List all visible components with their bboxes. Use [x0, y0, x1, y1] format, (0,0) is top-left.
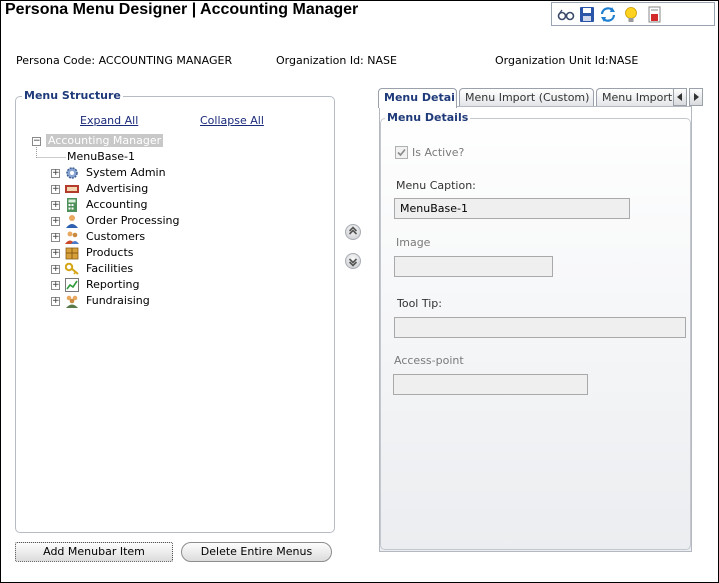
menu-details-legend: Menu Details — [385, 111, 471, 124]
menu-structure-panel: Menu Structure — [15, 89, 335, 533]
tree-item-advertising[interactable]: Advertising — [86, 181, 148, 197]
access-point-field[interactable] — [393, 374, 588, 395]
expand-all-link[interactable]: Expand All — [80, 114, 138, 127]
delete-entire-menus-button[interactable]: Delete Entire Menus — [181, 542, 332, 562]
tree-expand-toggle[interactable]: + — [51, 185, 60, 194]
tree-item-system-admin[interactable]: System Admin — [86, 165, 166, 181]
tab-scroll-left-button[interactable] — [673, 88, 687, 106]
tree-expand-toggle[interactable]: + — [51, 201, 60, 210]
tool-tip-label: Tool Tip: — [397, 297, 442, 310]
image-label: Image — [396, 236, 431, 249]
menu-structure-legend: Menu Structure — [22, 89, 123, 102]
tree-expand-toggle[interactable]: + — [51, 265, 60, 274]
tree-item-order-processing[interactable]: Order Processing — [86, 213, 180, 229]
tree-menubase[interactable]: MenuBase-1 — [67, 149, 135, 165]
tab-menu-import-custom[interactable]: Menu Import (Custom) — [459, 88, 594, 107]
advertising-icon — [65, 182, 79, 196]
tree-item-fundraising[interactable]: Fundraising — [86, 293, 150, 309]
menu-caption-label: Menu Caption: — [396, 179, 476, 192]
tree-item-accounting[interactable]: Accounting — [86, 197, 147, 213]
collapse-all-link[interactable]: Collapse All — [200, 114, 264, 127]
organization-unit-id: Organization Unit Id:NASE — [495, 54, 639, 67]
checkmark-icon — [397, 148, 406, 157]
chevron-up-icon — [348, 226, 358, 235]
person-icon — [65, 214, 79, 228]
refresh-icon[interactable] — [599, 6, 617, 23]
access-point-label: Access-point — [394, 354, 464, 367]
tree-item-facilities[interactable]: Facilities — [86, 261, 133, 277]
group-icon — [65, 294, 79, 308]
tree-expand-toggle[interactable]: + — [51, 233, 60, 242]
tree-expand-toggle[interactable]: + — [51, 297, 60, 306]
tool-tip-field[interactable] — [394, 317, 686, 338]
chevron-down-icon — [348, 258, 358, 267]
tree-item-products[interactable]: Products — [86, 245, 134, 261]
tab-menu-details[interactable]: Menu Details — [378, 88, 457, 108]
tree-expand-toggle[interactable]: + — [51, 281, 60, 290]
menu-caption-field[interactable]: MenuBase-1 — [394, 198, 630, 219]
box-icon — [65, 246, 79, 260]
is-active-label: Is Active? — [412, 146, 465, 159]
tree-item-reporting[interactable]: Reporting — [86, 277, 139, 293]
key-icon — [64, 262, 79, 276]
tree-expand-toggle[interactable]: + — [51, 217, 60, 226]
tree-expand-toggle[interactable]: + — [51, 169, 60, 178]
calculator-icon — [65, 198, 79, 212]
arrow-left-icon — [677, 93, 682, 101]
move-up-button[interactable] — [345, 224, 361, 240]
toolbar — [551, 2, 715, 26]
tab-scroll-right-button[interactable] — [689, 88, 703, 106]
tab-menu-import[interactable]: Menu Import — [596, 88, 676, 107]
save-icon[interactable] — [578, 6, 596, 23]
glasses-icon[interactable] — [557, 6, 575, 23]
customers-icon — [65, 230, 79, 244]
report-icon[interactable] — [646, 6, 664, 23]
move-down-button[interactable] — [345, 253, 361, 269]
is-active-checkbox[interactable] — [395, 146, 408, 159]
lightbulb-icon[interactable] — [622, 6, 640, 23]
organization-id: Organization Id: NASE — [276, 54, 397, 67]
add-menubar-item-button[interactable]: Add Menubar Item — [15, 542, 173, 562]
tree-root-label: Accounting Manager — [46, 134, 164, 147]
tree-expand-toggle[interactable]: + — [51, 249, 60, 258]
page-title: Persona Menu Designer | Accounting Manag… — [5, 1, 359, 18]
chart-icon — [65, 278, 79, 292]
image-field[interactable] — [394, 256, 553, 277]
persona-code: Persona Code: ACCOUNTING MANAGER — [16, 54, 233, 67]
gear-icon — [65, 166, 79, 180]
tree-item-customers[interactable]: Customers — [86, 229, 145, 245]
tree-connector — [36, 147, 66, 158]
tree-collapse-toggle[interactable]: − — [32, 137, 41, 146]
arrow-right-icon — [694, 93, 699, 101]
